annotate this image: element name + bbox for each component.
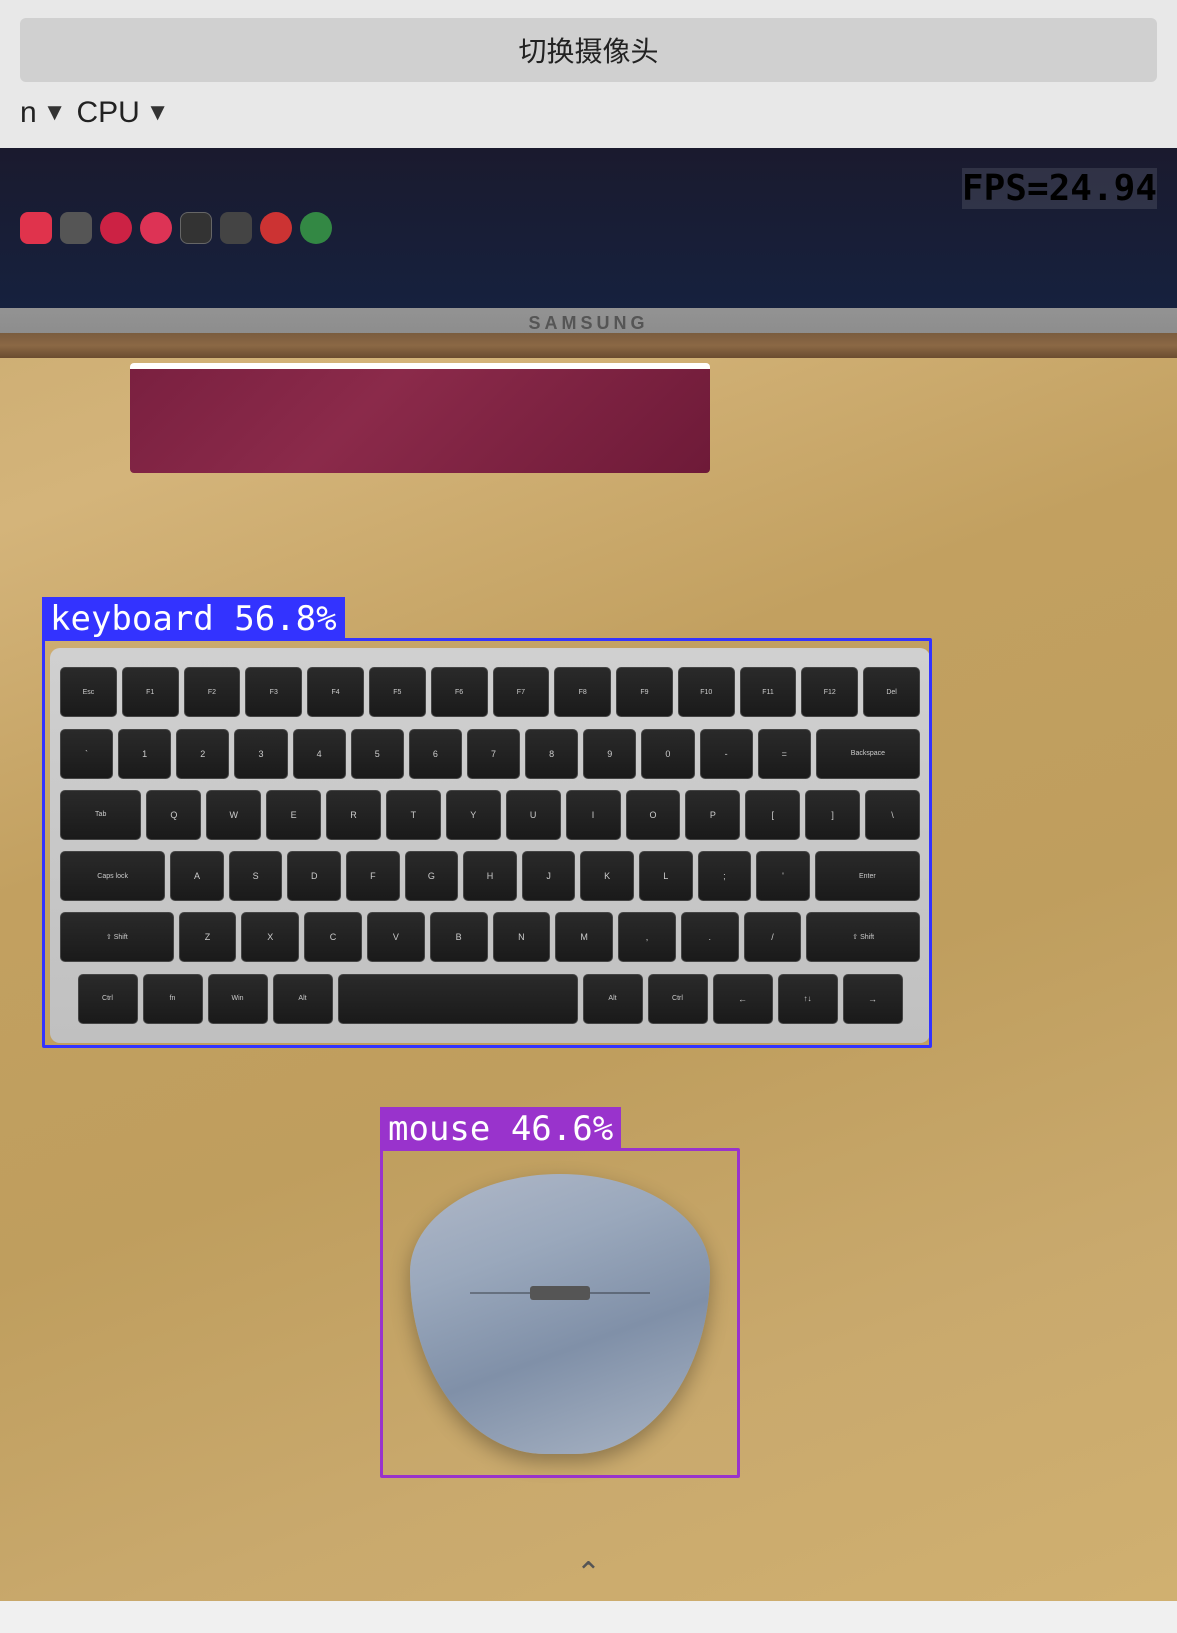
monitor-brand: SAMSUNG <box>528 313 648 334</box>
camera-view: SAMSUNG FPS=24.94 Esc F1 F2 F3 F4 F5 F6 … <box>0 148 1177 1601</box>
dock-icon-2 <box>60 212 92 244</box>
model-value: n <box>20 96 37 130</box>
dock-icon-8 <box>300 212 332 244</box>
dock-icon-4 <box>140 212 172 244</box>
keyboard-detection-label: keyboard 56.8% <box>42 597 345 641</box>
book-on-desk <box>130 363 710 473</box>
controls-row: n ▼ CPU ▼ <box>20 92 1157 134</box>
dock-icon-7 <box>260 212 292 244</box>
keyboard-detection-box: keyboard 56.8% <box>42 638 932 1048</box>
dock-icon-6 <box>220 212 252 244</box>
backend-dropdown-arrow[interactable]: ▼ <box>146 99 170 127</box>
mouse-detection-box: mouse 46.6% <box>380 1148 740 1478</box>
model-dropdown-group: n ▼ <box>20 96 66 130</box>
fps-display: FPS=24.94 <box>962 168 1157 209</box>
backend-value: CPU <box>76 96 139 130</box>
dock-icon-3 <box>100 212 132 244</box>
dock-icon-5 <box>180 212 212 244</box>
mouse-detection-label: mouse 46.6% <box>380 1107 621 1151</box>
monitor-stand <box>0 333 1177 358</box>
bottom-chevron-icon[interactable]: ⌃ <box>576 1556 601 1591</box>
dock-icon-1 <box>20 212 52 244</box>
model-dropdown-arrow[interactable]: ▼ <box>43 99 67 127</box>
backend-dropdown-group: CPU ▼ <box>76 96 169 130</box>
switch-camera-button[interactable]: 切换摄像头 <box>20 18 1157 82</box>
top-bar: 切换摄像头 n ▼ CPU ▼ <box>0 0 1177 148</box>
